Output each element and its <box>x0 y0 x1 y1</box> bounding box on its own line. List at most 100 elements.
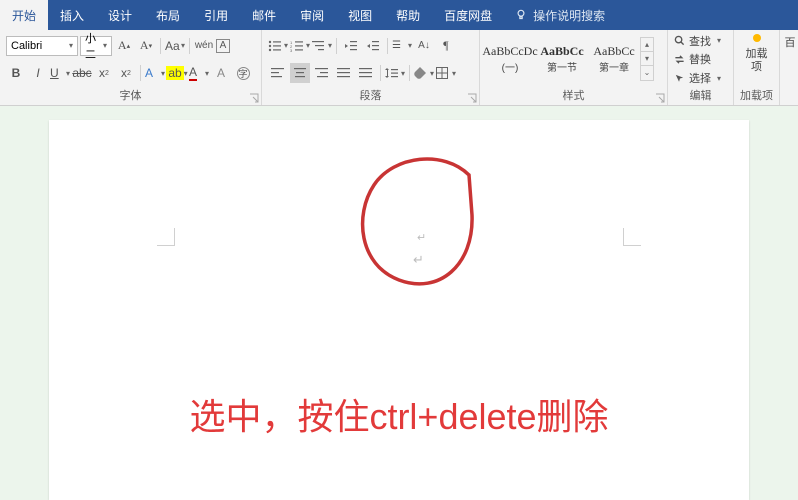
group-editing-label: 编辑 <box>668 87 733 105</box>
group-styles-label: 样式 <box>480 87 667 105</box>
document-area: ↵ ↵ 选中，按住ctrl+delete删除 <box>0 106 798 500</box>
shrink-font-button[interactable]: A▾ <box>136 36 156 56</box>
underline-button[interactable]: U▾ <box>50 63 70 83</box>
indent-icon <box>366 40 380 52</box>
change-case-button[interactable]: Aa▾ <box>165 36 185 56</box>
styles-gallery[interactable]: AaBbCcDc(一) AaBbCc第一节 AaBbCc第一章 ▴▾⌄ <box>484 37 663 81</box>
svg-text:1: 1 <box>290 40 293 45</box>
styles-gallery-nav[interactable]: ▴▾⌄ <box>640 37 654 81</box>
font-name-value: Calibri <box>11 40 42 52</box>
extra-label: 百 <box>785 34 796 50</box>
svg-text:3: 3 <box>290 48 293 52</box>
numbering-icon: 123 <box>290 40 304 52</box>
pinyin-button[interactable]: wén <box>194 36 214 56</box>
strikethrough-button[interactable]: abc <box>72 63 92 83</box>
menu-tab-bar: 开始 插入 设计 布局 引用 邮件 审阅 视图 帮助 百度网盘 操作说明搜索 <box>0 0 798 30</box>
select-button[interactable]: 选择▾ <box>674 70 727 86</box>
group-font-label: 字体 <box>0 87 261 105</box>
select-icon <box>674 73 685 84</box>
align-justify-button[interactable] <box>334 63 354 83</box>
addins-button[interactable]: 加载项 <box>734 30 779 78</box>
shading-button[interactable]: ▾ <box>414 63 434 83</box>
char-border-button[interactable]: A <box>216 39 230 53</box>
multilevel-button[interactable]: ▾ <box>312 36 332 56</box>
increase-indent-button[interactable] <box>363 36 383 56</box>
style-item-3[interactable]: AaBbCc第一章 <box>588 37 640 81</box>
font-name-select[interactable]: Calibri▾ <box>6 36 78 56</box>
style-item-2[interactable]: AaBbCc第一节 <box>536 37 588 81</box>
group-styles: AaBbCcDc(一) AaBbCc第一节 AaBbCc第一章 ▴▾⌄ 样式 <box>480 30 668 105</box>
addins-label: 加载项 <box>744 48 769 74</box>
menu-tab-insert[interactable]: 插入 <box>48 0 96 30</box>
group-paragraph-label: 段落 <box>262 87 479 105</box>
margin-mark-tl <box>157 228 175 246</box>
menu-tab-mailings[interactable]: 邮件 <box>240 0 288 30</box>
align-center-icon <box>293 67 307 79</box>
numbering-button[interactable]: 123▾ <box>290 36 310 56</box>
group-font: Calibri▾ 小二▾ A▴ A▾ Aa▾ wén A B I U▾ abc … <box>0 30 262 105</box>
align-distribute-button[interactable] <box>356 63 376 83</box>
menu-tab-home[interactable]: 开始 <box>0 0 48 30</box>
superscript-button[interactable]: x2 <box>116 63 136 83</box>
margin-mark-tr <box>623 228 641 246</box>
shading-icon <box>414 67 426 79</box>
styles-dialog-launcher-icon[interactable] <box>655 93 665 103</box>
decrease-indent-button[interactable] <box>341 36 361 56</box>
multilevel-icon <box>312 40 326 52</box>
search-icon <box>674 35 685 46</box>
font-size-select[interactable]: 小二▾ <box>80 36 112 56</box>
italic-button[interactable]: I <box>28 63 48 83</box>
tell-me-label: 操作说明搜索 <box>533 7 605 24</box>
bullets-icon <box>268 40 282 52</box>
enclose-char-button[interactable]: 字 <box>233 63 253 83</box>
group-editing: 查找▾ 替换 选择▾ 编辑 <box>668 30 734 105</box>
group-extra: 百 <box>780 30 798 105</box>
ribbon: Calibri▾ 小二▾ A▴ A▾ Aa▾ wén A B I U▾ abc … <box>0 30 798 106</box>
menu-tab-design[interactable]: 设计 <box>96 0 144 30</box>
page[interactable]: ↵ ↵ 选中，按住ctrl+delete删除 <box>49 120 749 500</box>
instruction-annotation-text: 选中，按住ctrl+delete删除 <box>189 388 608 440</box>
char-shading-button[interactable]: A <box>211 63 231 83</box>
find-button[interactable]: 查找▾ <box>674 33 727 49</box>
paragraph-mark-2: ↵ <box>413 252 424 268</box>
font-color-button[interactable]: A▾ <box>189 63 209 83</box>
align-justify-icon <box>337 67 351 79</box>
line-spacing-icon <box>385 67 399 79</box>
replace-button[interactable]: 替换 <box>674 51 727 67</box>
style-item-1[interactable]: AaBbCcDc(一) <box>484 37 536 81</box>
align-left-button[interactable] <box>268 63 288 83</box>
font-size-value: 小二 <box>85 30 103 62</box>
borders-button[interactable]: ▾ <box>436 63 456 83</box>
paragraph-dialog-launcher-icon[interactable] <box>467 93 477 103</box>
menu-tab-view[interactable]: 视图 <box>336 0 384 30</box>
menu-tab-review[interactable]: 审阅 <box>288 0 336 30</box>
text-effects-button[interactable]: A▾ <box>145 63 165 83</box>
menu-tab-references[interactable]: 引用 <box>192 0 240 30</box>
align-left-icon <box>271 67 285 79</box>
menu-tab-layout[interactable]: 布局 <box>144 0 192 30</box>
align-center-button[interactable] <box>290 63 310 83</box>
addin-dot-icon <box>753 34 761 42</box>
group-addins-label: 加载项 <box>734 87 779 105</box>
outdent-icon <box>344 40 358 52</box>
grow-font-button[interactable]: A▴ <box>114 36 134 56</box>
replace-icon <box>674 54 685 65</box>
sort-button[interactable]: A↓ <box>414 36 434 56</box>
show-marks-button[interactable]: ¶ <box>436 36 456 56</box>
paragraph-mark-1: ↵ <box>417 231 426 244</box>
align-distribute-icon <box>359 67 373 79</box>
align-right-button[interactable] <box>312 63 332 83</box>
group-addins: 加载项 加载项 <box>734 30 780 105</box>
highlight-button[interactable]: ab▾ <box>167 63 187 83</box>
subscript-button[interactable]: x2 <box>94 63 114 83</box>
asian-layout-button[interactable]: ☰▾ <box>392 36 412 56</box>
align-right-icon <box>315 67 329 79</box>
bullets-button[interactable]: ▾ <box>268 36 288 56</box>
group-paragraph: ▾ 123▾ ▾ ☰▾ A↓ ¶ ▾ ▾ ▾ <box>262 30 480 105</box>
font-dialog-launcher-icon[interactable] <box>249 93 259 103</box>
bold-button[interactable]: B <box>6 63 26 83</box>
menu-tab-help[interactable]: 帮助 <box>384 0 432 30</box>
tell-me-search[interactable]: 操作说明搜索 <box>514 7 605 24</box>
line-spacing-button[interactable]: ▾ <box>385 63 405 83</box>
menu-tab-baidu[interactable]: 百度网盘 <box>432 0 504 30</box>
